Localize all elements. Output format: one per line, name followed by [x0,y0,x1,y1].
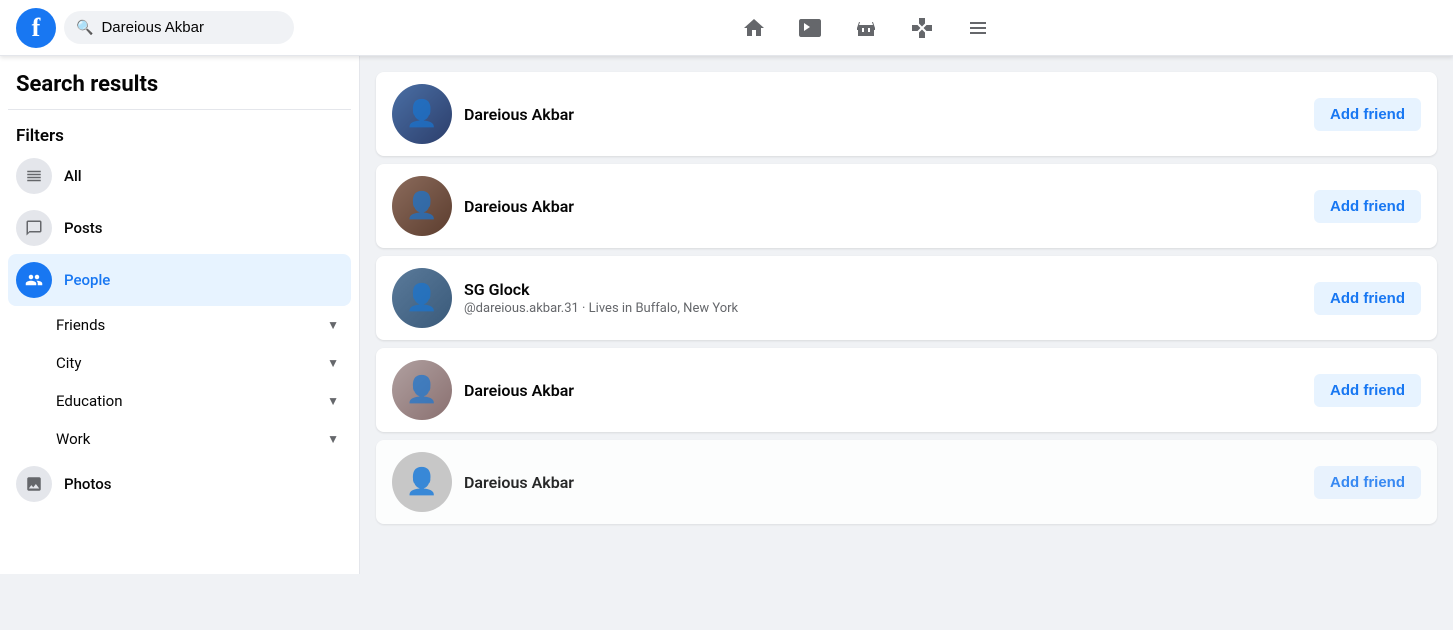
result-info: Dareious Akbar [464,473,1302,492]
chevron-down-icon: ▼ [327,318,339,332]
avatar: 👤 [392,452,452,512]
filter-photos-label: Photos [64,475,111,493]
chevron-down-icon: ▼ [327,394,339,408]
education-label: Education [56,392,123,410]
subfil-friends[interactable]: Friends ▼ [8,306,351,344]
table-row: 👤 SG Glock @dareious.akbar.31 · Lives in… [376,256,1437,340]
video-nav-button[interactable] [786,4,834,52]
chevron-down-icon: ▼ [327,432,339,446]
result-name: SG Glock [464,280,1302,299]
result-info: Dareious Akbar [464,105,1302,124]
nav-center [294,4,1437,52]
result-info: Dareious Akbar [464,381,1302,400]
avatar: 👤 [392,84,452,144]
result-name: Dareious Akbar [464,197,1302,216]
friends-label: Friends [56,316,105,334]
subfil-work[interactable]: Work ▼ [8,420,351,458]
work-label: Work [56,430,90,448]
search-icon: 🔍 [76,20,93,36]
filters-label: Filters [8,118,351,150]
table-row: 👤 Dareious Akbar Add friend [376,72,1437,156]
table-row: 👤 Dareious Akbar Add friend [376,348,1437,432]
search-results-content: 👤 Dareious Akbar Add friend 👤 Dareious A… [360,56,1453,574]
subfil-city[interactable]: City ▼ [8,344,351,382]
main-layout: Search results Filters All Posts People … [0,56,1453,574]
page-title: Search results [8,72,351,110]
top-navigation: f 🔍 [0,0,1453,56]
city-label: City [56,354,81,372]
add-friend-button[interactable]: Add friend [1314,190,1421,223]
filter-people-label: People [64,271,110,289]
posts-icon [16,210,52,246]
result-subtitle: @dareious.akbar.31 · Lives in Buffalo, N… [464,301,1302,316]
add-friend-button[interactable]: Add friend [1314,98,1421,131]
table-row: 👤 Dareious Akbar Add friend [376,440,1437,524]
result-info: SG Glock @dareious.akbar.31 · Lives in B… [464,280,1302,316]
add-friend-button[interactable]: Add friend [1314,374,1421,407]
search-bar[interactable]: 🔍 [64,11,294,44]
result-name: Dareious Akbar [464,381,1302,400]
filter-all[interactable]: All [8,150,351,202]
filter-posts[interactable]: Posts [8,202,351,254]
filter-posts-label: Posts [64,219,102,237]
home-nav-button[interactable] [730,4,778,52]
all-icon [16,158,52,194]
add-friend-button[interactable]: Add friend [1314,282,1421,315]
sidebar: Search results Filters All Posts People … [0,56,360,574]
filter-people[interactable]: People [8,254,351,306]
photos-icon [16,466,52,502]
chevron-down-icon: ▼ [327,356,339,370]
result-name: Dareious Akbar [464,105,1302,124]
more-nav-button[interactable] [954,4,1002,52]
result-info: Dareious Akbar [464,197,1302,216]
facebook-logo[interactable]: f [16,8,56,48]
avatar: 👤 [392,176,452,236]
filter-photos[interactable]: Photos [8,458,351,510]
result-name: Dareious Akbar [464,473,1302,492]
subfil-education[interactable]: Education ▼ [8,382,351,420]
marketplace-nav-button[interactable] [842,4,890,52]
avatar: 👤 [392,360,452,420]
search-input[interactable] [101,19,261,36]
table-row: 👤 Dareious Akbar Add friend [376,164,1437,248]
add-friend-button[interactable]: Add friend [1314,466,1421,499]
people-icon [16,262,52,298]
avatar: 👤 [392,268,452,328]
gaming-nav-button[interactable] [898,4,946,52]
nav-left: f 🔍 [16,8,294,48]
filter-all-label: All [64,167,82,185]
